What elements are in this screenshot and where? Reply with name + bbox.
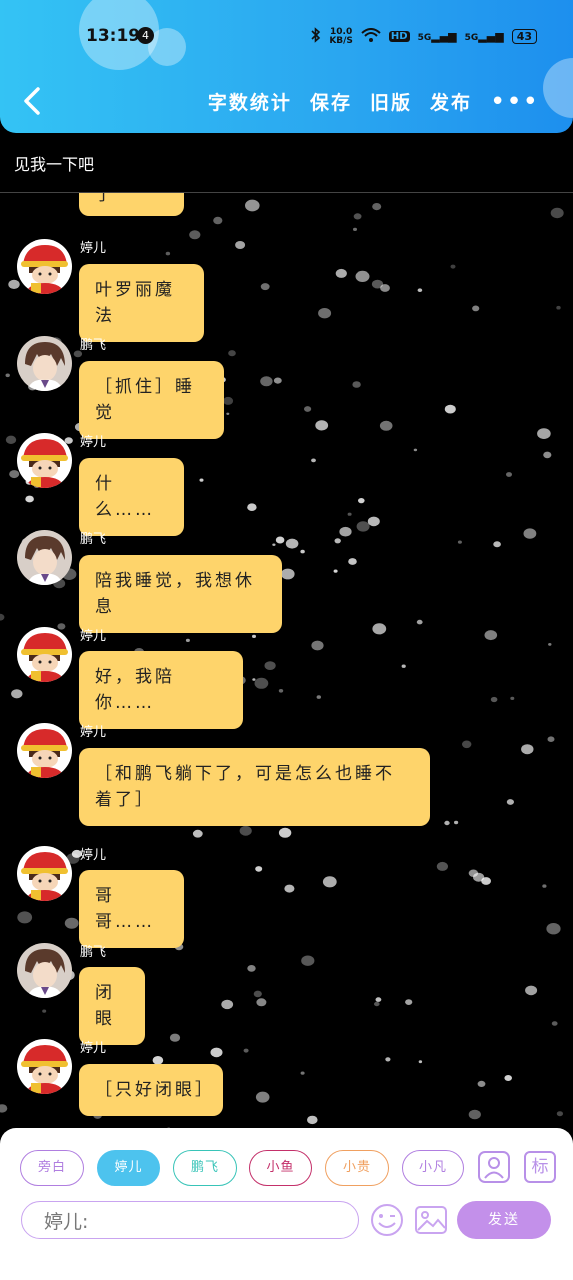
message-bubble[interactable]: 陪我睡觉，我想休息 <box>79 555 282 633</box>
sender-name: 鹏飞 <box>80 532 107 547</box>
battery-icon: 43 <box>511 29 537 44</box>
signal-icon: 5G▂▄▆ <box>417 30 457 43</box>
message-bubble[interactable]: 闭眼 <box>79 967 145 1045</box>
message-input[interactable] <box>21 1201 359 1239</box>
publish-button[interactable]: 发布 <box>430 88 472 115</box>
role-chip[interactable]: 小凡 <box>402 1150 464 1186</box>
sender-name: 婷儿 <box>80 725 107 740</box>
message-bubble[interactable]: ［只好闭眼］ <box>79 1064 223 1116</box>
story-title-bar: 见我一下吧 <box>0 133 573 193</box>
chat-list[interactable]: 别管我了婷儿叶罗丽魔法鹏飞［抓住］睡觉婷儿什么……鹏飞陪我睡觉，我想休息婷儿好，… <box>0 193 573 1128</box>
save-button[interactable]: 保存 <box>310 88 352 115</box>
avatar[interactable] <box>17 627 72 682</box>
sender-name: 婷儿 <box>80 1041 107 1056</box>
role-chip[interactable]: 婷儿 <box>97 1150 160 1186</box>
more-options-icon[interactable]: ••• <box>490 89 539 115</box>
header-actions: 字数统计 保存 旧版 发布 ••• <box>208 88 573 115</box>
app-header: 13:19 4 10.0 KB/S HD 5G▂▄▆ 5G▂▄▆ 43 字数统计… <box>0 0 573 133</box>
hd-badge: HD <box>388 31 410 42</box>
emoji-icon[interactable] <box>370 1203 404 1241</box>
add-person-icon[interactable] <box>478 1151 510 1183</box>
role-chip[interactable]: 小鱼 <box>249 1150 312 1186</box>
image-icon[interactable] <box>414 1203 448 1241</box>
avatar[interactable] <box>17 1039 72 1094</box>
signal-icon: 5G▂▄▆ <box>464 30 504 43</box>
network-speed: 10.0 KB/S <box>329 26 353 46</box>
notification-badge: 4 <box>137 27 154 44</box>
sender-name: 婷儿 <box>80 241 107 256</box>
wifi-icon <box>361 28 381 45</box>
message-bubble[interactable]: 别管我了 <box>79 193 184 216</box>
sender-name: 婷儿 <box>80 629 107 644</box>
role-chip[interactable]: 旁白 <box>20 1150 84 1186</box>
old-version-button[interactable]: 旧版 <box>370 88 412 115</box>
sender-name: 婷儿 <box>80 848 107 863</box>
tag-button[interactable]: 标 <box>524 1151 556 1183</box>
send-button[interactable]: 发送 <box>457 1201 551 1239</box>
avatar[interactable] <box>17 943 72 998</box>
avatar[interactable] <box>17 530 72 585</box>
sender-name: 婷儿 <box>80 435 107 450</box>
avatar[interactable] <box>17 846 72 901</box>
role-chip[interactable]: 鹏飞 <box>173 1150 237 1186</box>
message-bubble[interactable]: 好，我陪你…… <box>79 651 243 729</box>
message-bubble[interactable]: 什么…… <box>79 458 184 536</box>
signal-label: 5G <box>464 33 479 43</box>
avatar[interactable] <box>17 239 72 294</box>
role-chip[interactable]: 小贵 <box>325 1150 389 1186</box>
word-count-button[interactable]: 字数统计 <box>208 88 292 115</box>
status-icons: 10.0 KB/S HD 5G▂▄▆ 5G▂▄▆ 43 <box>311 27 537 46</box>
chevron-left-icon <box>24 87 40 115</box>
input-panel: 旁白婷儿鹏飞小鱼小贵小凡 标 发送 <box>0 1128 573 1280</box>
message-bubble[interactable]: 叶罗丽魔法 <box>79 264 204 342</box>
status-bar: 13:19 4 10.0 KB/S HD 5G▂▄▆ 5G▂▄▆ 43 <box>0 0 573 72</box>
sender-name: 鹏飞 <box>80 338 107 353</box>
story-title[interactable]: 见我一下吧 <box>14 151 94 175</box>
signal-label: 5G <box>417 33 432 43</box>
back-button[interactable] <box>18 86 48 116</box>
status-time: 13:19 <box>86 26 141 46</box>
sender-name: 鹏飞 <box>80 945 107 960</box>
bluetooth-icon <box>311 27 321 46</box>
message-bubble[interactable]: ［抓住］睡觉 <box>79 361 224 439</box>
avatar[interactable] <box>17 336 72 391</box>
avatar[interactable] <box>17 723 72 778</box>
avatar[interactable] <box>17 433 72 488</box>
message-bubble[interactable]: 哥哥…… <box>79 870 184 948</box>
message-bubble[interactable]: ［和鹏飞躺下了，可是怎么也睡不着了］ <box>79 748 430 826</box>
